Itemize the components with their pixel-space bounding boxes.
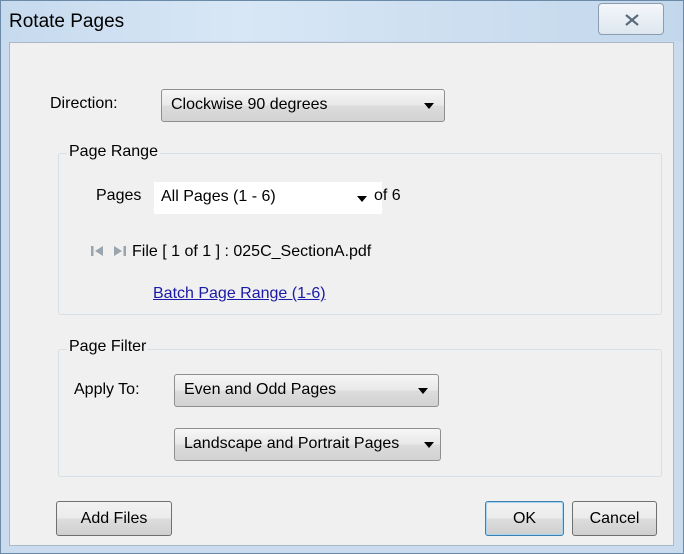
pages-label: Pages — [96, 187, 142, 204]
chevron-down-icon — [424, 103, 434, 109]
dialog-body: Direction: Clockwise 90 degrees Page Ran… — [9, 42, 674, 546]
page-filter-title: Page Filter — [67, 338, 149, 356]
pages-value: All Pages (1 - 6) — [161, 188, 276, 205]
page-count-text: of 6 — [374, 187, 401, 204]
direction-value: Clockwise 90 degrees — [171, 96, 328, 113]
page-range-title: Page Range — [67, 143, 160, 161]
rotate-pages-dialog: Rotate Pages Direction: Clockwise 90 deg… — [0, 0, 684, 554]
first-page-icon[interactable] — [90, 244, 104, 258]
chevron-down-icon — [424, 442, 434, 448]
orientation-value: Landscape and Portrait Pages — [184, 435, 400, 452]
chevron-down-icon — [357, 196, 367, 202]
title-bar[interactable]: Rotate Pages — [1, 1, 683, 41]
apply-to-label: Apply To: — [74, 381, 140, 398]
chevron-down-icon — [418, 388, 428, 394]
cancel-button[interactable]: Cancel — [572, 501, 657, 536]
file-indicator: File [ 1 of 1 ] : 025C_SectionA.pdf — [132, 243, 372, 260]
parity-select[interactable]: Even and Odd Pages — [174, 374, 439, 407]
add-files-button[interactable]: Add Files — [56, 501, 172, 536]
page-range-group — [58, 153, 662, 315]
direction-label: Direction: — [50, 95, 118, 112]
orientation-select[interactable]: Landscape and Portrait Pages — [174, 428, 441, 461]
parity-value: Even and Odd Pages — [184, 381, 337, 398]
batch-page-range-link[interactable]: Batch Page Range (1-6) — [153, 285, 326, 303]
close-icon — [625, 14, 639, 26]
close-button[interactable] — [598, 3, 664, 35]
direction-select[interactable]: Clockwise 90 degrees — [161, 89, 445, 122]
ok-button[interactable]: OK — [485, 501, 564, 536]
last-page-icon[interactable] — [113, 244, 127, 258]
pages-select[interactable]: All Pages (1 - 6) — [154, 182, 382, 214]
dialog-title: Rotate Pages — [9, 11, 125, 32]
